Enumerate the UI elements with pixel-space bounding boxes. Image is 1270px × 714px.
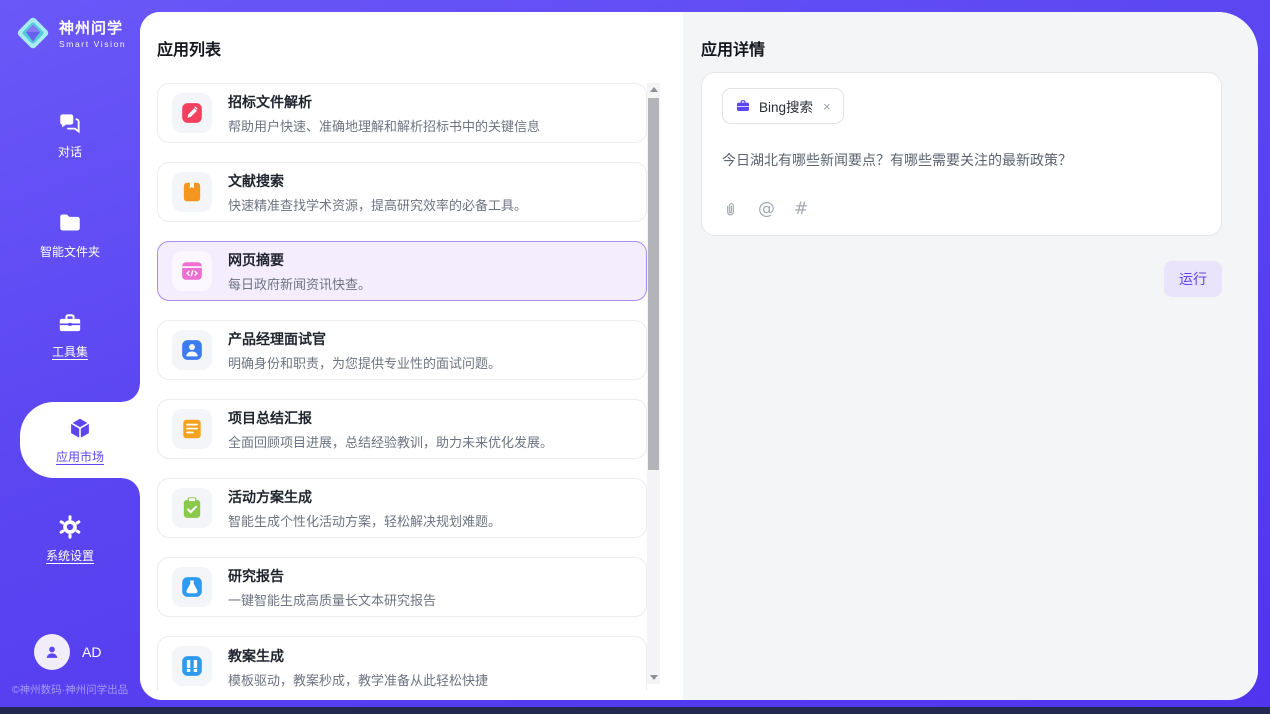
sidebar: 神州问学 Smart Vision 对话 智能文件夹 工具集 应用市场 系统设置… <box>0 0 140 707</box>
tool-chip-label: Bing搜索 <box>759 96 813 116</box>
app-card-desc: 快速精准查找学术资源，提高研究效率的必备工具。 <box>228 195 527 214</box>
app-window: 神州问学 Smart Vision 对话 智能文件夹 工具集 应用市场 系统设置… <box>0 0 1270 714</box>
app-card-title: 活动方案生成 <box>228 487 501 507</box>
scrollbar-up-button[interactable] <box>647 83 660 96</box>
interviewer-icon <box>172 330 212 370</box>
app-card-title: 项目总结汇报 <box>228 408 553 428</box>
app-list-title: 应用列表 <box>157 36 683 60</box>
app-card-title: 招标文件解析 <box>228 92 540 112</box>
sidebar-item-label: 工具集 <box>52 343 88 360</box>
app-card-title: 研究报告 <box>228 566 436 586</box>
app-card-project-summary[interactable]: 项目总结汇报 全面回顾项目进展，总结经验教训，助力未来优化发展。 <box>157 399 647 459</box>
webpage-icon <box>172 251 212 291</box>
app-card-desc: 明确身份和职责，为您提供专业性的面试问题。 <box>228 353 501 372</box>
app-card-desc: 全面回顾项目进展，总结经验教训，助力未来优化发展。 <box>228 432 553 451</box>
close-icon[interactable]: × <box>823 100 831 113</box>
app-card-research-report[interactable]: 研究报告 一键智能生成高质量长文本研究报告 <box>157 557 647 617</box>
sidebar-item-settings[interactable]: 系统设置 <box>0 506 140 572</box>
scrollbar-thumb[interactable] <box>648 98 659 470</box>
sidebar-item-label: 智能文件夹 <box>40 243 100 260</box>
bottom-accent-bar <box>0 707 1270 714</box>
triangle-up-icon <box>650 87 658 92</box>
user-row[interactable]: AD <box>0 634 140 670</box>
sidebar-item-label: 应用市场 <box>56 448 104 465</box>
user-initials: AD <box>82 644 101 660</box>
scrollbar-down-button[interactable] <box>647 671 660 684</box>
book-icon <box>172 172 212 212</box>
sidebar-item-label: 对话 <box>58 143 82 160</box>
scrollbar[interactable] <box>647 83 660 684</box>
books-icon <box>172 646 212 686</box>
app-card-desc: 模板驱动，教案秒成，教学准备从此轻松快捷 <box>228 670 488 689</box>
sidebar-item-label: 系统设置 <box>46 547 94 564</box>
run-button[interactable]: 运行 <box>1164 261 1222 297</box>
app-card-title: 教案生成 <box>228 646 488 666</box>
gear-icon <box>57 514 83 540</box>
query-text[interactable]: 今日湖北有哪些新闻要点？有哪些需要关注的最新政策？ <box>722 150 1201 170</box>
brand-name: 神州问学 <box>59 17 126 38</box>
sidebar-nav: 对话 智能文件夹 工具集 应用市场 系统设置 <box>0 102 140 606</box>
brand: 神州问学 Smart Vision <box>0 0 140 52</box>
app-detail-title: 应用详情 <box>701 36 1222 60</box>
app-cards: 招标文件解析 帮助用户快速、准确地理解和解析招标书中的关键信息 文献搜索 快速精… <box>157 83 647 690</box>
chat-icon <box>57 110 83 136</box>
content-shell: 应用列表 招标文件解析 帮助用户快速、准确地理解和解析招标书中的关键信息 文献搜… <box>140 12 1258 700</box>
brand-logo-diamond-icon <box>14 14 52 52</box>
brand-subtitle: Smart Vision <box>59 39 126 49</box>
sidebar-item-chat[interactable]: 对话 <box>0 102 140 168</box>
run-row: 运行 <box>701 261 1222 297</box>
app-card-title: 网页摘要 <box>228 250 371 270</box>
app-card-desc: 智能生成个性化活动方案，轻松解决规划难题。 <box>228 511 501 530</box>
app-card-literature-search[interactable]: 文献搜索 快速精准查找学术资源，提高研究效率的必备工具。 <box>157 162 647 222</box>
app-card-title: 文献搜索 <box>228 171 527 191</box>
briefcase-icon <box>735 98 751 114</box>
tool-chip-bing-search[interactable]: Bing搜索 × <box>722 88 844 124</box>
research-icon <box>172 567 212 607</box>
mention-icon[interactable]: @ <box>758 199 775 219</box>
app-card-lesson-plan[interactable]: 教案生成 模板驱动，教案秒成，教学准备从此轻松快捷 <box>157 636 647 690</box>
paperclip-icon[interactable] <box>722 201 739 218</box>
input-toolbar: @ # <box>722 199 1201 219</box>
triangle-down-icon <box>650 675 658 680</box>
toolbox-icon <box>57 310 83 336</box>
app-card-pm-interviewer[interactable]: 产品经理面试官 明确身份和职责，为您提供专业性的面试问题。 <box>157 320 647 380</box>
folder-icon <box>57 210 83 236</box>
app-card-desc: 帮助用户快速、准确地理解和解析招标书中的关键信息 <box>228 116 540 135</box>
app-card-desc: 一键智能生成高质量长文本研究报告 <box>228 590 436 609</box>
prompt-input-card[interactable]: Bing搜索 × 今日湖北有哪些新闻要点？有哪些需要关注的最新政策？ @ # <box>701 72 1222 236</box>
sidebar-item-toolset[interactable]: 工具集 <box>0 302 140 368</box>
app-card-event-plan[interactable]: 活动方案生成 智能生成个性化活动方案，轻松解决规划难题。 <box>157 478 647 538</box>
edit-doc-icon <box>172 93 212 133</box>
avatar <box>34 634 70 670</box>
sidebar-item-smart-folders[interactable]: 智能文件夹 <box>0 202 140 268</box>
report-note-icon <box>172 409 212 449</box>
app-detail-panel: 应用详情 Bing搜索 × 今日湖北有哪些新闻要点？有哪些需要关注的最新政策？ <box>683 12 1258 700</box>
app-card-bid-doc-parse[interactable]: 招标文件解析 帮助用户快速、准确地理解和解析招标书中的关键信息 <box>157 83 647 143</box>
hash-icon[interactable]: # <box>794 199 808 219</box>
app-list-panel: 应用列表 招标文件解析 帮助用户快速、准确地理解和解析招标书中的关键信息 文献搜… <box>140 12 683 700</box>
app-card-web-summary[interactable]: 网页摘要 每日政府新闻资讯快查。 <box>157 241 647 301</box>
clipboard-check-icon <box>172 488 212 528</box>
sidebar-item-app-market[interactable]: 应用市场 <box>20 402 140 478</box>
app-card-title: 产品经理面试官 <box>228 329 501 349</box>
app-card-desc: 每日政府新闻资讯快查。 <box>228 274 371 293</box>
sidebar-footer-credit: ©神州数码·神州问学出品 <box>0 682 140 707</box>
cube-icon <box>67 415 93 441</box>
